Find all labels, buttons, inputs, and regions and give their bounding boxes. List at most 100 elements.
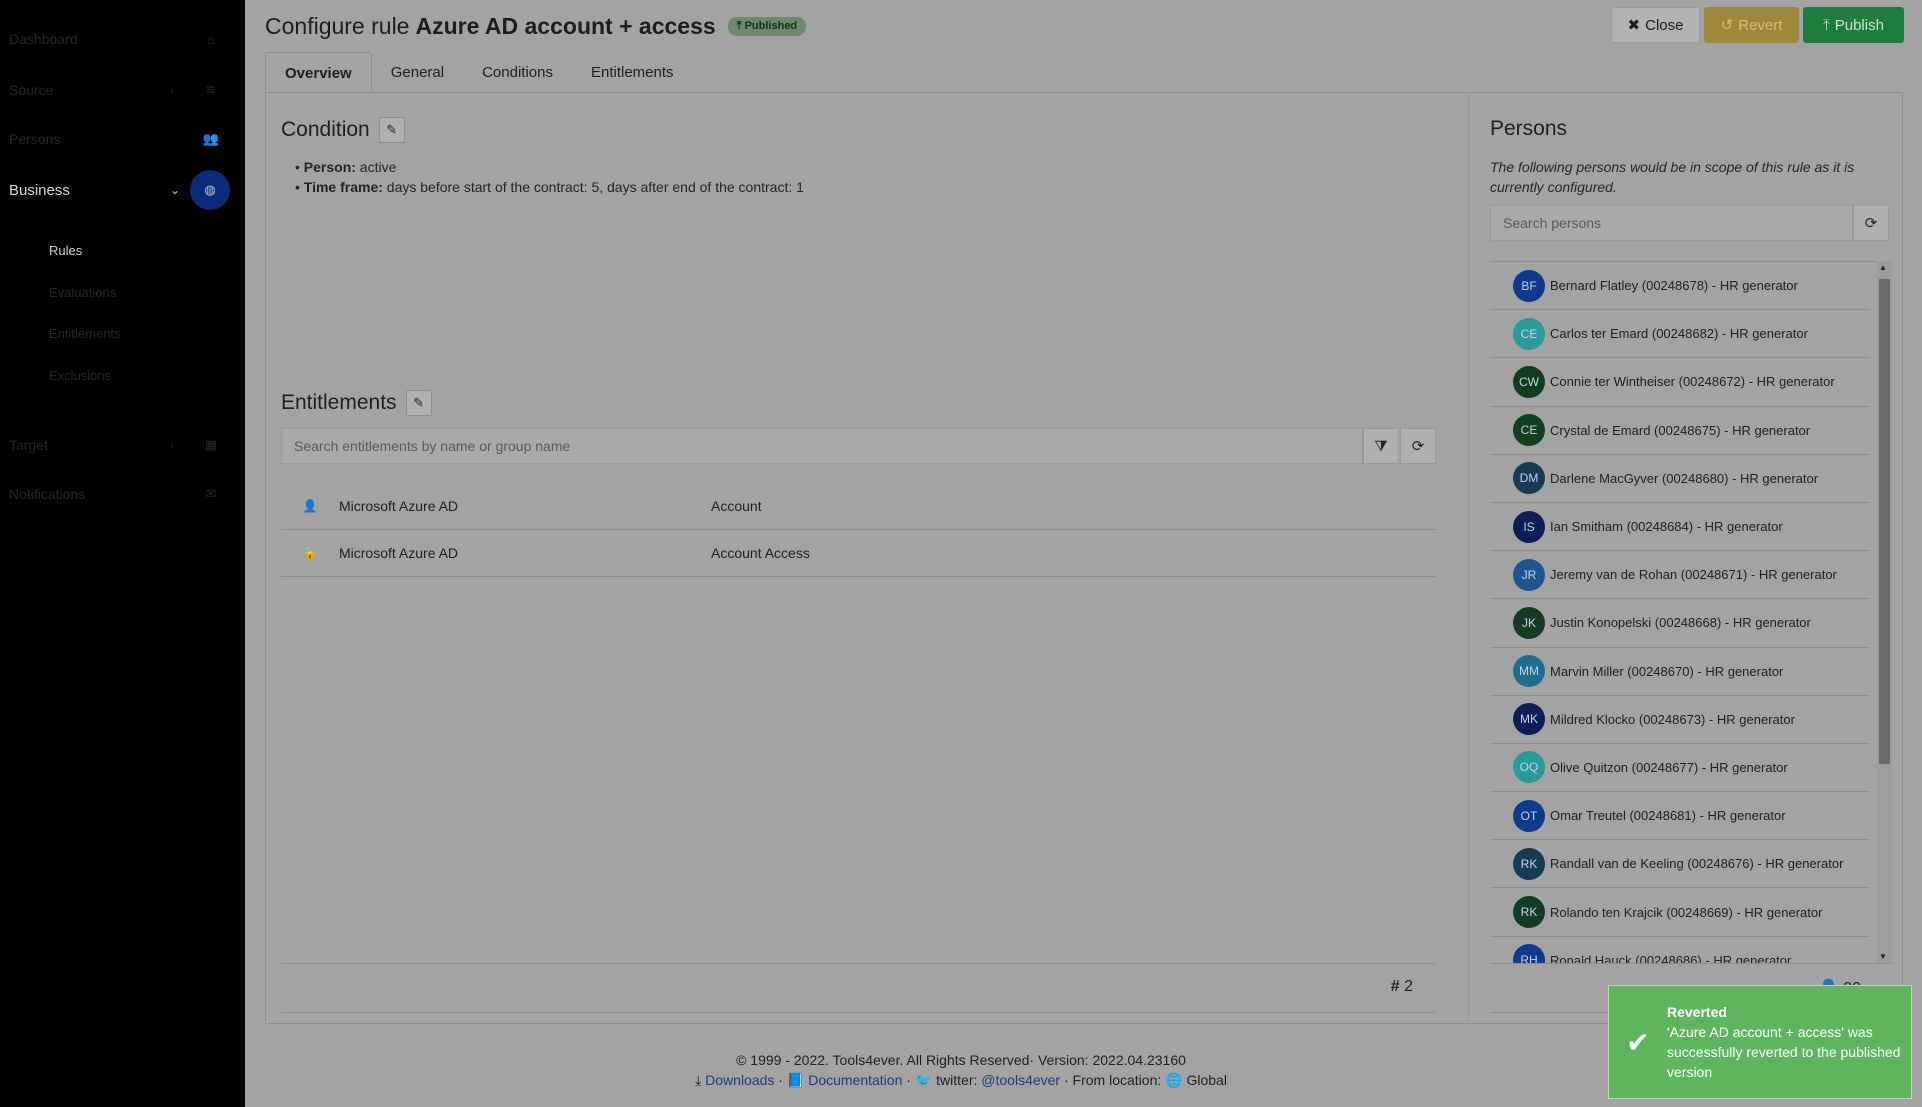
list-item[interactable]: RK Rolando ten Krajcik (00248669) - HR ge… [1490, 888, 1870, 937]
condition-key: Time frame: [303, 179, 383, 195]
person-label: Randall van de Keeling (00248676) - HR g… [1550, 856, 1844, 872]
person-label: Justin Konopelski (00248668) - HR genera… [1550, 615, 1811, 631]
condition-item: • Person: active [295, 159, 397, 175]
persons-search-input[interactable]: Search persons [1490, 205, 1853, 241]
condition-key: Person: [303, 159, 356, 175]
nav-notifications[interactable]: Notifications ✉ [0, 474, 245, 514]
entitlement-system: Microsoft Azure AD [339, 498, 459, 514]
list-item[interactable]: CE Crystal de Emard (00248675) - HR gener… [1490, 407, 1870, 455]
nav-sub-rules[interactable]: Rules [49, 243, 82, 258]
publish-button[interactable]: ⤒ Publish [1803, 7, 1904, 43]
tab-conditions[interactable]: Conditions [463, 52, 572, 93]
avatar: MK [1513, 703, 1545, 736]
documentation-link[interactable]: Documentation [808, 1072, 902, 1088]
status-badge: ⤒ Published [727, 17, 807, 36]
globe-icon: 🌐 [1165, 1072, 1183, 1088]
book-icon: 📘 [786, 1072, 805, 1088]
person-label: Darlene MacGyver (00248680) - HR generat… [1550, 470, 1819, 486]
list-item[interactable]: DM Darlene MacGyver (00248680) - HR gener… [1490, 455, 1870, 503]
download-icon: ⤓ [695, 1072, 702, 1088]
list-item[interactable]: IS Ian Smitham (00248684) - HR generator [1490, 503, 1870, 552]
downloads-link[interactable]: Downloads [705, 1072, 774, 1088]
list-item[interactable]: MM Marvin Miller (00248670) - HR generato… [1490, 648, 1870, 696]
toast-message: 'Azure AD account + access' was successf… [1667, 1024, 1901, 1080]
nav-sub-exclusions[interactable]: Exclusions [49, 368, 111, 383]
table-row[interactable]: 👤 Microsoft Azure AD Account [281, 483, 1436, 530]
close-button[interactable]: ✖ Close [1611, 7, 1700, 43]
sidebar: Dashboard ⌂ Source ‹ ≋ Persons 👥 Busines… [0, 0, 245, 1107]
tab-overview[interactable]: Overview [265, 52, 372, 93]
person-label: Omar Treutel (00248681) - HR generator [1550, 808, 1786, 824]
edit-condition-button[interactable]: ✎ [378, 117, 405, 143]
twitter-icon: 🐦 [914, 1072, 933, 1088]
condition-value: active [355, 159, 397, 175]
list-item[interactable]: RH Ronald Hauck (00248686) - HR generator [1490, 937, 1870, 963]
persons-scrollbar[interactable]: ▲ ▼ [1877, 261, 1892, 963]
main-content: Configure rule Azure AD account + access… [245, 0, 1922, 1107]
list-item[interactable]: BF Bernard Flatley (00248678) - HR genera… [1490, 262, 1870, 311]
entitlements-section-title: Entitlements ✎ [281, 390, 432, 416]
nav-source[interactable]: Source ‹ ≋ [0, 70, 245, 110]
globe-icon: ◍ [190, 170, 230, 210]
scroll-up-icon[interactable]: ▲ [1879, 263, 1887, 272]
rule-name: Azure AD account + access [415, 13, 716, 39]
edit-entitlements-button[interactable]: ✎ [405, 390, 432, 416]
status-badge-label: Published [744, 20, 798, 32]
grid-icon: ▦ [204, 437, 218, 452]
envelope-icon: ✉ [205, 486, 217, 501]
scroll-down-icon[interactable]: ▼ [1879, 952, 1887, 961]
revert-button[interactable]: ↺ Revert [1704, 7, 1799, 43]
home-icon: ⌂ [207, 31, 215, 47]
person-label: Connie ter Wintheiser (00248672) - HR ge… [1550, 374, 1835, 390]
refresh-persons-button[interactable]: ⟳ [1853, 205, 1889, 241]
page-title: Configure rule Azure AD account + access… [265, 13, 807, 40]
filter-button[interactable]: ⧩ [1363, 428, 1399, 464]
undo-icon: ↺ [1720, 17, 1734, 34]
refresh-entitlements-button[interactable]: ⟳ [1400, 428, 1436, 464]
nav-business[interactable]: Business ⌄ ◍ [0, 170, 245, 210]
avatar: JK [1513, 606, 1545, 639]
nav-dashboard[interactable]: Dashboard ⌂ [0, 19, 245, 59]
entitlements-search-input[interactable]: Search entitlements by name or group nam… [281, 428, 1363, 464]
persons-description: The following persons would be in scope … [1490, 159, 1855, 195]
refresh-icon: ⟳ [1864, 215, 1878, 232]
nav-target[interactable]: Target ‹ ▦ [0, 425, 245, 465]
list-item[interactable]: RK Randall van de Keeling (00248676) - HR… [1490, 840, 1870, 889]
unlock-icon: 🔓 [302, 546, 318, 560]
list-item[interactable]: CE Carlos ter Emard (00248682) - HR gener… [1490, 310, 1870, 359]
list-item[interactable]: CW Connie ter Wintheiser (00248672) - HR … [1490, 358, 1870, 407]
nav-persons[interactable]: Persons 👥 [0, 119, 245, 159]
nav-sub-entitlements[interactable]: Entitlements [49, 326, 121, 341]
twitter-link[interactable]: @tools4ever [981, 1072, 1060, 1088]
location-value: Global [1186, 1072, 1227, 1088]
list-item[interactable]: JR Jeremy van de Rohan (00248671) - HR ge… [1490, 551, 1870, 600]
entitlements-footer: # 2 [281, 963, 1436, 1013]
chevron-down-icon: ⌄ [170, 183, 181, 197]
chevron-left-icon: ‹ [170, 438, 174, 452]
avatar: BF [1513, 269, 1545, 302]
filter-icon: ⧩ [1374, 437, 1388, 455]
avatar: DM [1513, 462, 1545, 495]
person-label: Jeremy van de Rohan (00248671) - HR gene… [1550, 567, 1837, 583]
scroll-thumb[interactable] [1879, 279, 1890, 764]
success-toast[interactable]: ✔ Reverted 'Azure AD account + access' w… [1608, 985, 1912, 1099]
nav-sub-evaluations[interactable]: Evaluations [49, 285, 116, 300]
list-item[interactable]: JK Justin Konopelski (00248668) - HR gene… [1490, 599, 1870, 648]
entitlement-name: Account [711, 498, 762, 514]
entitlements-count-value: 2 [1404, 978, 1413, 995]
person-label: Mildred Klocko (00248673) - HR generator [1550, 711, 1795, 727]
list-item[interactable]: OT Omar Treutel (00248681) - HR generator [1490, 792, 1870, 841]
panel-divider [1468, 92, 1469, 1024]
tab-entitlements[interactable]: Entitlements [572, 52, 693, 93]
list-item[interactable]: OQ Olive Quitzon (00248677) - HR generato… [1490, 744, 1870, 793]
table-row[interactable]: 🔓 Microsoft Azure AD Account Access [281, 530, 1436, 577]
persons-title: Persons [1490, 117, 1568, 140]
entitlement-name: Account Access [711, 545, 810, 561]
tab-general[interactable]: General [372, 52, 463, 93]
page-footer: © 1999 - 2022. Tools4ever. All Rights Re… [245, 1050, 1677, 1090]
list-item[interactable]: MK Mildred Klocko (00248673) - HR generat… [1490, 696, 1870, 744]
entitlement-system: Microsoft Azure AD [339, 545, 459, 561]
title-prefix: Configure rule [265, 13, 410, 39]
close-icon: ✖ [1627, 17, 1641, 34]
persons-list: BF Bernard Flatley (00248678) - HR genera… [1490, 261, 1893, 963]
